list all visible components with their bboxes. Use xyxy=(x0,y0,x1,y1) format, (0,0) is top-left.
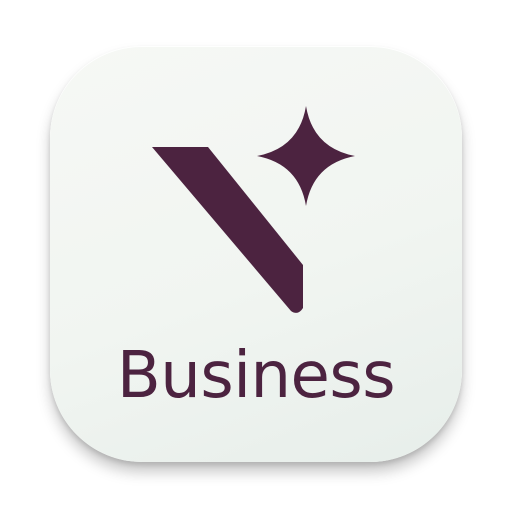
v-stroke-shape xyxy=(152,147,303,313)
app-icon[interactable]: Business xyxy=(50,46,462,462)
app-name-label: Business xyxy=(116,339,396,413)
icon-stage: Business xyxy=(0,0,512,512)
sparkle-star-icon xyxy=(257,106,355,206)
